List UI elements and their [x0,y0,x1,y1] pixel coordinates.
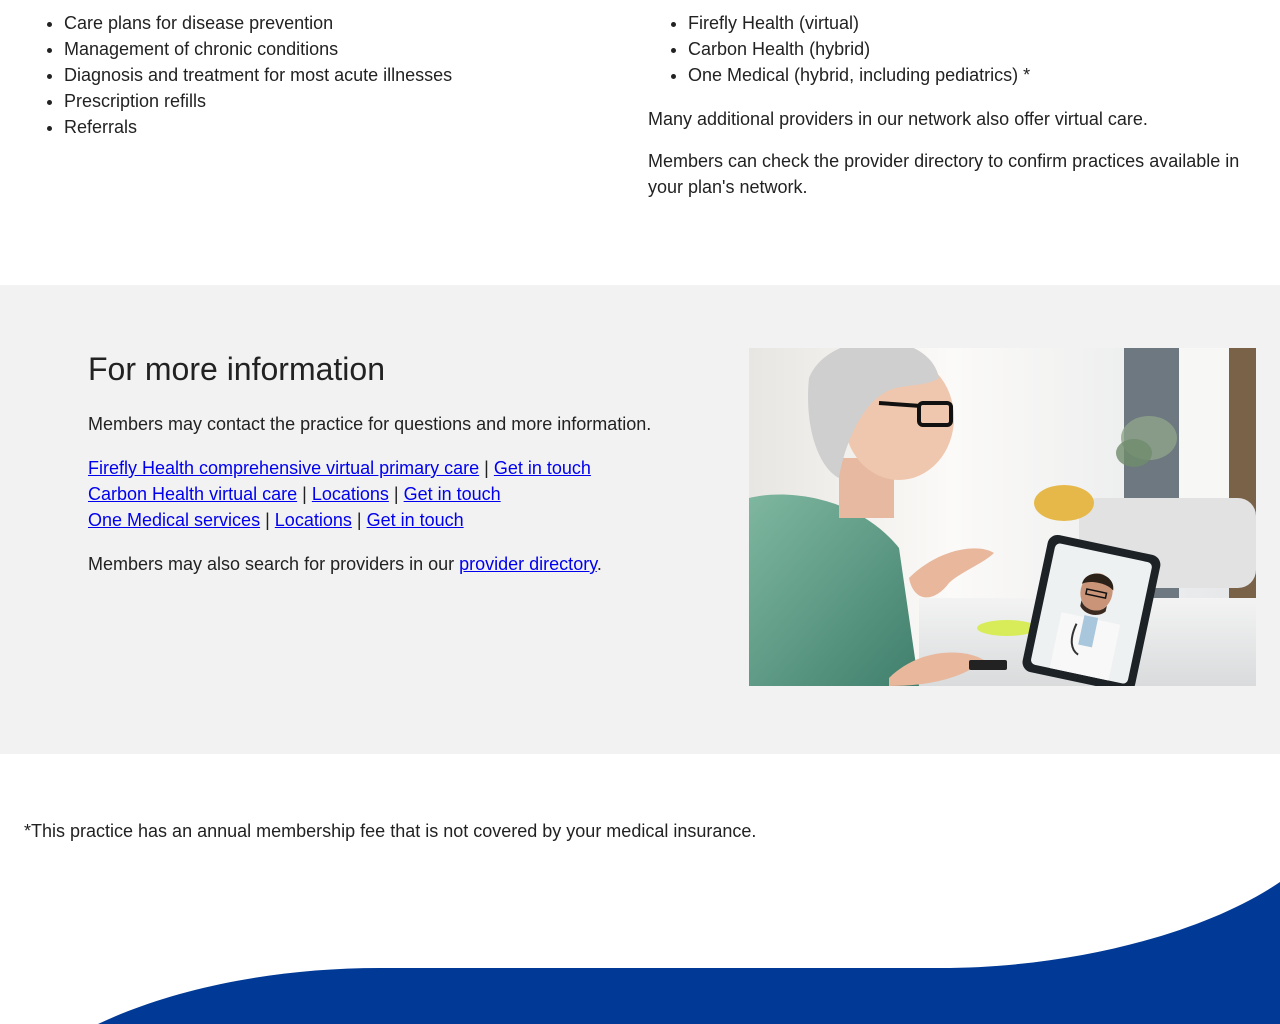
section-title: For more information [88,351,385,387]
search-prefix: Members may also search for providers in… [88,554,460,574]
directory-note: Members can check the provider directory… [648,151,1240,197]
services-section: Care plans for disease prevention Manage… [0,0,1280,285]
provider-search-line: Members may also search for providers in… [88,551,708,577]
separator: | [484,458,489,478]
separator: | [393,484,399,504]
more-info-section: For more information Members may contact… [0,285,1280,754]
list-item: One Medical (hybrid, including pediatric… [688,62,1258,88]
providers-column: Firefly Health (virtual) Carbon Health (… [648,10,1258,200]
list-item: Firefly Health (virtual) [688,10,1258,36]
separator: | [302,484,307,504]
one-medical-locations-link[interactable]: Locations [275,510,352,530]
list-item: Referrals [64,114,604,140]
carbon-get-in-touch-link[interactable]: Get in touch [404,484,501,504]
list-item: Care plans for disease prevention [64,10,604,36]
one-medical-services-link[interactable]: One Medical services [88,510,260,530]
services-column: Care plans for disease prevention Manage… [24,10,604,140]
list-item: Carbon Health (hybrid) [688,36,1258,62]
services-list: Care plans for disease prevention Manage… [24,10,604,140]
separator: | [265,510,270,530]
one-medical-get-in-touch-link[interactable]: Get in touch [367,510,464,530]
page: Care plans for disease prevention Manage… [0,0,1280,1024]
list-item: Diagnosis and treatment for most acute i… [64,62,604,88]
separator: | [356,510,362,530]
provider-directory-link[interactable]: provider directory [459,554,597,574]
carbon-virtual-care-link[interactable]: Carbon Health virtual care [88,484,297,504]
practice-links: Firefly Health comprehensive virtual pri… [88,455,708,533]
membership-fee-footnote: *This practice has an annual membership … [24,821,757,841]
contact-intro: Members may contact the practice for que… [88,414,652,434]
providers-list: Firefly Health (virtual) Carbon Health (… [648,10,1258,88]
firefly-primary-care-link[interactable]: Firefly Health comprehensive virtual pri… [88,458,479,478]
more-info-text: For more information Members may contact… [88,345,708,577]
virtual-care-note: Many additional providers in our network… [648,109,1148,129]
carbon-locations-link[interactable]: Locations [312,484,389,504]
list-item: Management of chronic conditions [64,36,604,62]
telehealth-photo [749,348,1256,686]
list-item: Prescription refills [64,88,604,114]
footer-wave [0,870,1280,1024]
firefly-get-in-touch-link[interactable]: Get in touch [494,458,591,478]
search-suffix: . [596,554,602,574]
